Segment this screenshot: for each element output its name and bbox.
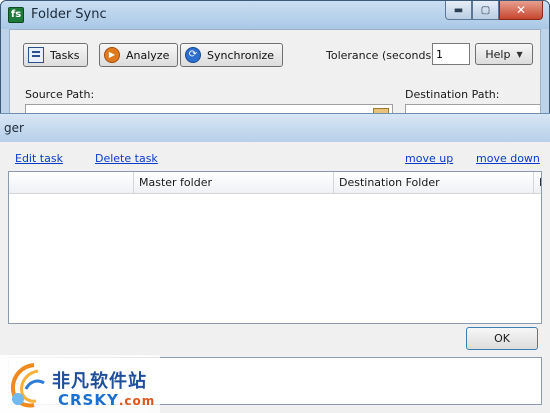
watermark-logo: 非凡软件站 CRSKY.com <box>0 355 160 413</box>
maximize-button[interactable]: ▢ <box>472 1 499 20</box>
edit-task-link[interactable]: Edit task <box>15 152 63 165</box>
chevron-down-icon: ▼ <box>516 49 523 59</box>
minimize-icon: ▬ <box>453 4 464 16</box>
caption-buttons: ▬ ▢ ✕ <box>445 1 543 20</box>
maximize-icon: ▢ <box>480 4 491 16</box>
destination-path-label: Destination Path: <box>405 88 500 101</box>
analyze-icon: ▶ <box>104 47 120 63</box>
ok-button[interactable]: OK <box>466 327 538 350</box>
synchronize-label: Synchronize <box>207 48 275 62</box>
task-table[interactable]: Master folder Destination Folder F <box>8 171 542 324</box>
column-header-first[interactable] <box>9 172 134 194</box>
table-header: Master folder Destination Folder F <box>9 172 541 194</box>
source-path-label: Source Path: <box>25 88 95 101</box>
watermark-suffix: .com <box>118 394 156 408</box>
column-header-f[interactable]: F <box>534 172 541 194</box>
ok-label: OK <box>494 332 510 345</box>
column-header-master-folder[interactable]: Master folder <box>134 172 334 194</box>
app-icon: fs <box>8 7 24 23</box>
tasks-icon <box>28 47 44 63</box>
tasks-button[interactable]: Tasks <box>23 43 89 67</box>
tolerance-label: Tolerance (seconds) <box>326 49 436 62</box>
title-bar[interactable]: fs Folder Sync ▬ ▢ ✕ <box>1 1 549 29</box>
synchronize-button[interactable]: ⟳ Synchronize <box>180 43 284 67</box>
help-label: Help <box>485 47 511 61</box>
watermark-latin-text: CRSKY.com <box>58 391 155 409</box>
move-down-link[interactable]: move down <box>476 152 540 165</box>
watermark-brand: CRSKY <box>58 391 119 409</box>
task-manager-title: ger <box>4 121 24 135</box>
main-client-area: Tasks ▶ Analyze ⟳ Synchronize Tolerance … <box>9 29 541 119</box>
watermark-emblem-icon <box>11 363 45 408</box>
close-button[interactable]: ✕ <box>499 1 543 20</box>
close-icon: ✕ <box>515 3 527 17</box>
tolerance-input[interactable] <box>432 43 470 65</box>
delete-task-link[interactable]: Delete task <box>95 152 158 165</box>
analyze-label: Analyze <box>126 48 170 62</box>
analyze-button[interactable]: ▶ Analyze <box>99 43 179 67</box>
task-manager-title-bar[interactable]: ger <box>0 114 550 142</box>
help-button[interactable]: Help ▼ <box>475 43 533 65</box>
watermark-chinese-text: 非凡软件站 <box>52 371 147 392</box>
window-title: Folder Sync <box>31 7 107 22</box>
tasks-label: Tasks <box>50 48 80 62</box>
minimize-button[interactable]: ▬ <box>445 1 472 20</box>
move-up-link[interactable]: move up <box>405 152 453 165</box>
column-header-destination-folder[interactable]: Destination Folder <box>334 172 534 194</box>
synchronize-icon: ⟳ <box>185 47 201 63</box>
